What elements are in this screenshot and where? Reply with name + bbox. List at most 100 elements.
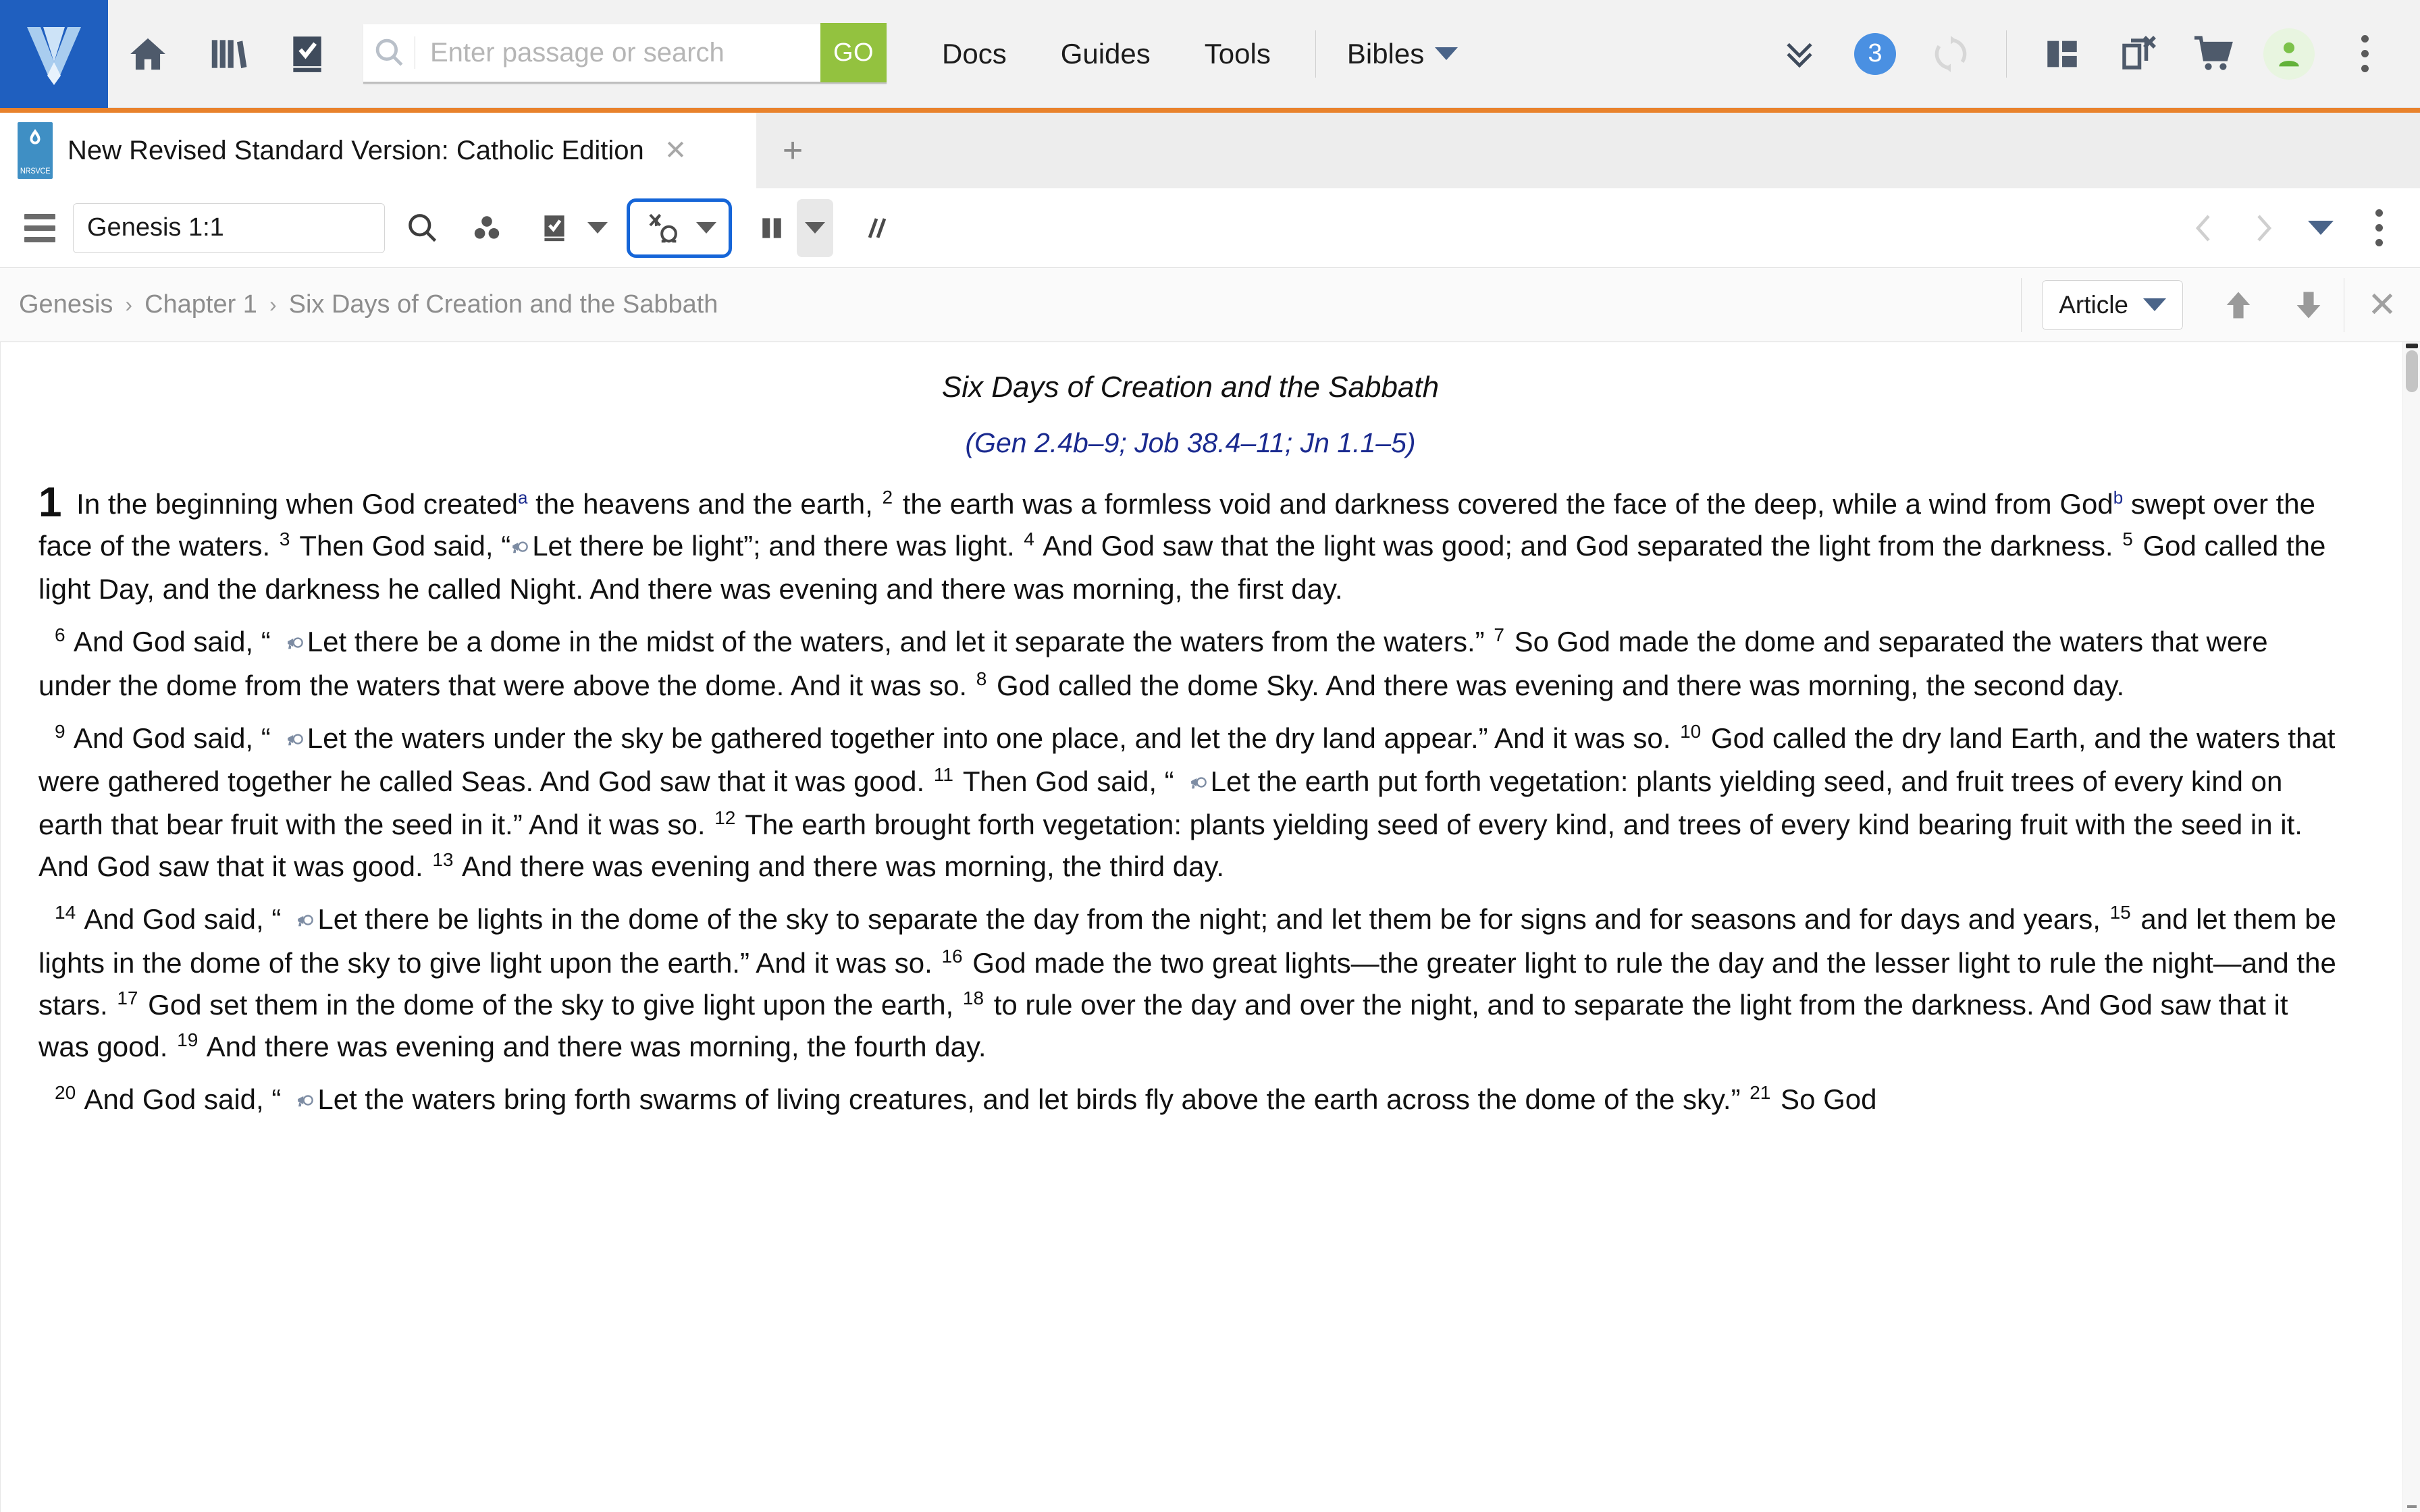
- verse-number[interactable]: 4: [1022, 529, 1036, 549]
- search-input[interactable]: [415, 24, 820, 82]
- close-panels-icon-glyph: [2122, 35, 2156, 70]
- verse-number[interactable]: 13: [431, 849, 455, 870]
- verse-number[interactable]: 7: [1492, 624, 1506, 645]
- verse-text: Let the waters bring forth swarms of liv…: [317, 1083, 1749, 1116]
- notification-badge[interactable]: 3: [1837, 0, 1913, 108]
- search-go-button[interactable]: GO: [820, 23, 887, 82]
- breadcrumb-book[interactable]: Genesis: [19, 290, 113, 319]
- parallel-resources-icon[interactable]: [747, 199, 797, 257]
- close-all-panels-icon[interactable]: [2100, 0, 2176, 108]
- verse-number[interactable]: 6: [53, 624, 68, 645]
- kebab-dots: [2375, 209, 2383, 246]
- verse-number[interactable]: 17: [115, 988, 140, 1008]
- verse-text: And God said, “: [67, 722, 271, 754]
- logos-logo[interactable]: [0, 0, 108, 108]
- bible-paragraph: 20 And God said, “ Let the waters bring f…: [38, 1079, 2342, 1120]
- tab-strip: NRSVCE New Revised Standard Version: Cat…: [0, 113, 2420, 188]
- verse-number[interactable]: 10: [1679, 721, 1703, 742]
- verse-number[interactable]: 21: [1748, 1082, 1772, 1103]
- section-heading: Six Days of Creation and the Sabbath: [941, 371, 1440, 404]
- original-language-icon[interactable]: [638, 199, 688, 257]
- verse-number[interactable]: 8: [975, 668, 989, 689]
- verse-number[interactable]: 20: [53, 1082, 78, 1103]
- arrow-up-icon: [2226, 292, 2251, 318]
- double-chevron-down-icon[interactable]: [1762, 0, 1837, 108]
- reading-pane: Six Days of Creation and the Sabbath (Ge…: [0, 342, 2420, 1512]
- menu-tools[interactable]: Tools: [1178, 38, 1298, 70]
- reference-input[interactable]: Genesis 1:1: [73, 202, 385, 253]
- verse-number[interactable]: 3: [278, 529, 292, 549]
- cart-icon-glyph: [2194, 35, 2233, 70]
- verse-number[interactable]: 14: [53, 902, 78, 923]
- scope-select-article[interactable]: Article: [2042, 279, 2183, 330]
- scope-select-label: Article: [2059, 290, 2128, 319]
- hamburger-menu-icon[interactable]: [20, 213, 73, 242]
- verse-number[interactable]: 9: [53, 721, 68, 742]
- verse-text: Then God said, “: [955, 765, 1174, 797]
- next-article-button[interactable]: [2273, 268, 2344, 342]
- verse-text: And God saw that the light was good; and…: [1036, 530, 2122, 562]
- speech-megaphone-icon: [1190, 777, 1207, 789]
- verse-number[interactable]: 15: [2109, 902, 2133, 923]
- scrollbar-thumb[interactable]: [2406, 350, 2418, 392]
- kebab-menu-icon[interactable]: [2327, 0, 2402, 108]
- close-icon[interactable]: ✕: [664, 135, 687, 166]
- speaker-label-icon[interactable]: [271, 622, 306, 664]
- speaker-label-icon[interactable]: [281, 900, 316, 942]
- visual-filters-icon[interactable]: [462, 199, 512, 257]
- account-avatar[interactable]: [2251, 0, 2327, 108]
- home-icon[interactable]: [108, 0, 188, 108]
- footnote-marker[interactable]: a: [518, 487, 527, 508]
- speaker-label-icon[interactable]: [1174, 762, 1209, 804]
- back-chevron-icon[interactable]: [2176, 199, 2234, 257]
- bible-paragraph: 9 And God said, “ Let the waters under th…: [38, 718, 2342, 888]
- breadcrumb-section[interactable]: Six Days of Creation and the Sabbath: [289, 290, 718, 319]
- layout-icon[interactable]: [2024, 0, 2100, 108]
- original-language-dropdown[interactable]: [688, 199, 725, 257]
- global-search[interactable]: GO: [363, 23, 887, 84]
- previous-article-button[interactable]: [2203, 268, 2273, 342]
- cart-icon[interactable]: [2176, 0, 2251, 108]
- speaker-label-icon[interactable]: [281, 1080, 316, 1120]
- footnote-marker[interactable]: b: [2113, 487, 2123, 508]
- speaker-label-icon[interactable]: [510, 526, 531, 568]
- scrollbar-bottom-marker: [2407, 1505, 2417, 1508]
- double-chevron-down-glyph: [1787, 43, 1812, 68]
- section-cross-reference[interactable]: (Gen 2.4b–9; Job 38.4–11; Jn 1.1–5): [38, 427, 2342, 459]
- sync-icon[interactable]: [1913, 0, 1989, 108]
- breadcrumb-chapter[interactable]: Chapter 1: [144, 290, 257, 319]
- verse-number[interactable]: 16: [940, 946, 964, 967]
- reading-plan-dropdown[interactable]: [579, 199, 616, 257]
- close-breadcrumb-icon[interactable]: ✕: [2344, 268, 2420, 342]
- verse-number[interactable]: 2: [881, 487, 895, 508]
- menu-bibles[interactable]: Bibles: [1334, 38, 1471, 70]
- forward-chevron-icon[interactable]: [2234, 199, 2292, 257]
- reading-plan-icon[interactable]: [267, 0, 347, 108]
- verse-text: Let the waters under the sky be gathered…: [307, 722, 1679, 754]
- verse-number[interactable]: 18: [962, 988, 986, 1008]
- breadcrumb-controls: Article ✕: [2021, 268, 2420, 342]
- verse-number[interactable]: 11: [932, 764, 955, 785]
- speaker-label-icon[interactable]: [271, 719, 306, 761]
- tab-nrsvce[interactable]: NRSVCE New Revised Standard Version: Cat…: [0, 113, 756, 188]
- tab-title: New Revised Standard Version: Catholic E…: [68, 135, 644, 165]
- original-language-button-active[interactable]: [627, 198, 732, 258]
- verse-number[interactable]: 12: [713, 807, 737, 828]
- reading-plan-icon[interactable]: [529, 199, 579, 257]
- menu-guides[interactable]: Guides: [1034, 38, 1178, 70]
- history-caret-icon[interactable]: [2292, 199, 2350, 257]
- panel-search-icon[interactable]: [397, 199, 447, 257]
- verse-text: God called the dome Sky. And there was e…: [989, 669, 2125, 701]
- add-tab-button[interactable]: +: [756, 113, 829, 188]
- verse-text: And God said, “: [78, 903, 282, 936]
- line-breaks-icon[interactable]: [851, 199, 901, 257]
- verse-number[interactable]: 19: [176, 1029, 200, 1050]
- chevron-right-glyph: [2257, 214, 2272, 242]
- menu-docs[interactable]: Docs: [915, 38, 1034, 70]
- vertical-scrollbar[interactable]: [2402, 342, 2420, 1512]
- three-dots-cluster-glyph: [474, 215, 500, 239]
- verse-number[interactable]: 5: [2121, 529, 2135, 549]
- panel-menu-icon[interactable]: [2350, 199, 2408, 257]
- parallel-resources-dropdown[interactable]: [797, 198, 833, 257]
- library-icon[interactable]: [188, 0, 267, 108]
